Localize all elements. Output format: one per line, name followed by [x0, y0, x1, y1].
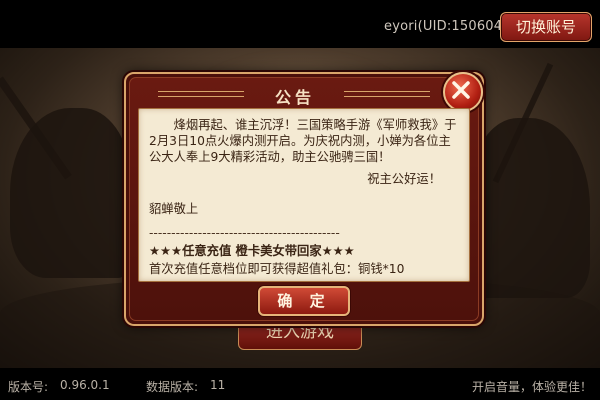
notice-signature: 貂蝉敬上 [149, 202, 199, 216]
notice-promo-line: ★★★任意充值 橙卡美女带回家★★★ [149, 244, 355, 258]
version-label: 版本号: [8, 380, 49, 394]
background-rider-left [10, 108, 130, 278]
version-value: 0.96.0.1 [60, 378, 110, 392]
notice-promo-detail: 首次充值任意档位即可获得超值礼包：铜钱*10 [149, 262, 405, 276]
sound-hint: 开启音量，体验更佳！ [471, 380, 592, 394]
switch-account-button[interactable]: 切换账号 [500, 12, 592, 42]
close-button[interactable] [443, 72, 483, 112]
notice-text: 烽烟再起、谁主沉浮！三国策略手游《军师救我》于2月3日10点火爆内测开启。为庆祝… [149, 117, 457, 277]
dialog-title: 公告 [274, 88, 315, 107]
confirm-button[interactable]: 确 定 [258, 286, 350, 316]
notice-blessing: 祝主公好运！ [367, 172, 441, 186]
data-version-label: 数据版本: [146, 380, 199, 394]
title-ornament-right [344, 91, 430, 97]
data-version-value: 11 [210, 378, 226, 392]
notice-body: 烽烟再起、谁主沉浮！三国策略手游《军师救我》于2月3日10点火爆内测开启。为庆祝… [149, 118, 457, 164]
notice-divider: ----------------------------------------… [149, 226, 340, 240]
title-ornament-left [158, 91, 244, 97]
close-icon [452, 81, 470, 99]
dialog-title-bar: 公告 [138, 78, 448, 108]
notice-panel: 烽烟再起、谁主沉浮！三国策略手游《军师救我》于2月3日10点火爆内测开启。为庆祝… [138, 108, 470, 282]
background-rider-right [470, 118, 590, 298]
announcement-dialog: 公告 烽烟再起、谁主沉浮！三国策略手游《军师救我》于2月3日10点火爆内测开启。… [124, 72, 484, 326]
